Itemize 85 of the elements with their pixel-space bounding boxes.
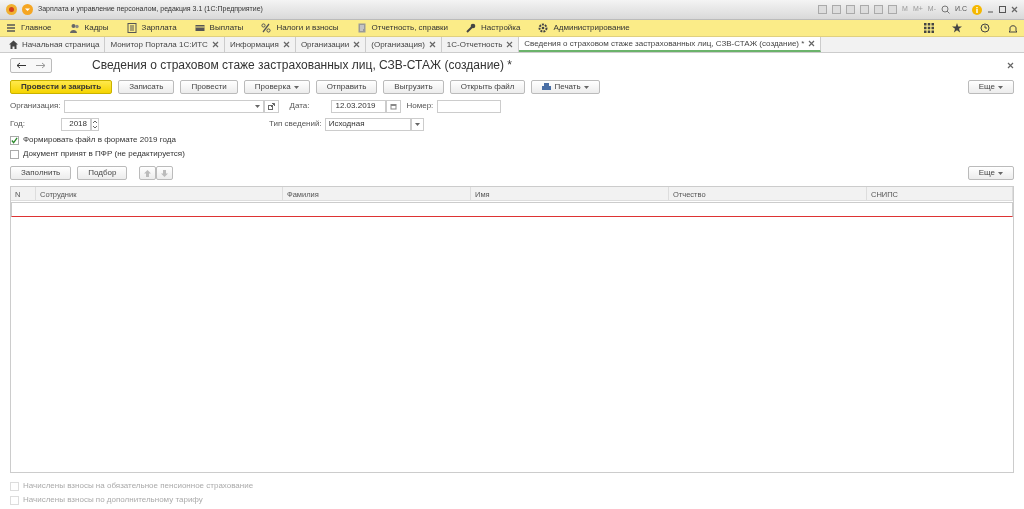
caret-icon (998, 171, 1003, 175)
checkbox[interactable] (10, 135, 19, 145)
home-icon (9, 40, 18, 49)
wrench-icon (466, 23, 477, 33)
date-field[interactable]: 12.03.2019 (331, 99, 387, 113)
menu-item[interactable]: Зарплата (126, 22, 177, 34)
history-icon[interactable] (980, 23, 990, 33)
tab[interactable]: Информация (224, 37, 296, 52)
close-icon[interactable] (506, 41, 514, 48)
checkbox-label: Начислены взносы по дополнительному тарифу (23, 494, 203, 506)
button[interactable]: Проверка (243, 80, 310, 94)
tab[interactable]: (Организация) (366, 37, 442, 52)
back-arrow-icon[interactable] (16, 61, 26, 69)
menu-item[interactable]: Настройка (466, 22, 521, 34)
search-icon[interactable] (940, 5, 950, 14)
field-label: Год: (10, 118, 26, 130)
form-title: Сведения о страховом стаже застрахованных лиц, СЗВ-СТАЖ (создание) * (92, 57, 513, 74)
tab[interactable]: Монитор Портала 1С:ИТС (105, 37, 225, 52)
field-label: Тип сведений: (269, 118, 322, 130)
card-icon (194, 23, 205, 33)
open-button[interactable] (264, 99, 280, 113)
tab[interactable]: Начальная страница (4, 37, 106, 52)
close-icon[interactable] (808, 40, 816, 47)
organization-field[interactable] (64, 99, 265, 113)
forward-arrow-icon[interactable] (36, 61, 46, 69)
close-icon[interactable] (353, 41, 361, 48)
menu-item[interactable]: Кадры (69, 22, 109, 34)
button[interactable]: Заполнить (10, 166, 72, 180)
printer-icon (542, 83, 552, 91)
caret-icon (998, 85, 1003, 89)
spin-buttons-icon[interactable] (91, 117, 99, 131)
calendar-icon (390, 102, 398, 110)
checkbox[interactable] (10, 149, 19, 159)
calculator-icon (126, 23, 137, 33)
percent-icon (261, 23, 272, 33)
button[interactable]: Записать (118, 80, 175, 94)
menu-item[interactable]: Главное (6, 22, 52, 34)
button[interactable]: Провести (180, 80, 238, 94)
close-icon[interactable] (1007, 61, 1014, 69)
calendar-button[interactable] (386, 99, 402, 113)
field-label: Организация: (10, 100, 61, 112)
year-field[interactable]: 2018 (61, 117, 91, 131)
close-icon[interactable] (428, 41, 436, 48)
button[interactable]: Печать (531, 80, 600, 94)
app-logo-icon (6, 4, 17, 15)
more-button[interactable]: Еще (967, 80, 1014, 94)
document-icon (356, 23, 367, 33)
menu-icon (6, 23, 16, 33)
close-icon[interactable] (1011, 6, 1018, 13)
settings-icon (538, 23, 549, 33)
caret-icon (293, 85, 299, 89)
tab[interactable]: Организации (295, 37, 367, 52)
button[interactable]: Отправить (315, 80, 378, 94)
more-button[interactable]: Еще (967, 166, 1014, 180)
button[interactable]: Подбор (77, 166, 128, 180)
people-icon (69, 23, 80, 33)
apps-grid-icon[interactable] (924, 23, 934, 33)
up-arrow-icon (144, 169, 152, 177)
close-icon[interactable] (282, 41, 290, 48)
menu-item[interactable]: Выплаты (194, 22, 244, 34)
field-label: Номер: (406, 100, 434, 112)
caret-icon (583, 85, 589, 89)
button[interactable]: Выгрузить (383, 80, 444, 94)
menu-item[interactable]: Налоги и взносы (261, 22, 339, 34)
checkbox-label: Формировать файл в формате 2019 года (23, 134, 176, 146)
field-label: Дата: (289, 100, 311, 112)
open-icon (268, 102, 276, 110)
down-arrow-icon (161, 169, 169, 177)
maximize-icon[interactable] (999, 6, 1006, 13)
table-row[interactable] (11, 202, 1013, 217)
caret-icon (255, 104, 261, 108)
number-field[interactable] (437, 99, 502, 113)
button[interactable]: Открыть файл (449, 80, 526, 94)
caret-icon (414, 122, 420, 126)
type-field[interactable]: Исходная (324, 117, 411, 131)
menu-item[interactable]: Отчетность, справки (356, 22, 449, 34)
checkbox-label: Документ принят в ПФР (не редактируется) (23, 148, 185, 160)
menu-item[interactable]: Администрирование (538, 22, 630, 34)
button[interactable]: Провести и закрыть (10, 80, 113, 94)
close-icon[interactable] (211, 41, 219, 48)
checkbox-label: Начислены взносы на обязательное пенсионное страхование (23, 480, 254, 492)
tab[interactable]: Сведения о страховом стаже застрахованных лиц, СЗВ-СТАЖ (создание) * (519, 37, 822, 52)
bell-icon[interactable] (1008, 23, 1018, 33)
move-down-button[interactable] (156, 166, 174, 180)
star-icon[interactable] (952, 23, 962, 33)
